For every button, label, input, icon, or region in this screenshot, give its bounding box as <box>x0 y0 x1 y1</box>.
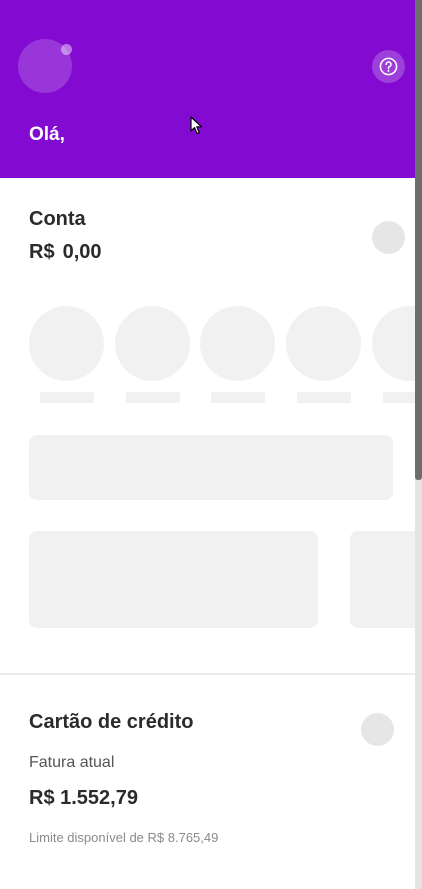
scrollbar-thumb[interactable] <box>415 0 422 480</box>
account-toggle-placeholder[interactable] <box>372 221 405 254</box>
app-header <box>0 0 422 178</box>
shortcut-skeleton[interactable] <box>200 306 275 403</box>
card-skeleton[interactable] <box>350 531 415 628</box>
invoice-value: R$ 1.552,79 <box>29 787 138 809</box>
help-button[interactable] <box>372 50 405 83</box>
shortcut-icon-skeleton <box>29 306 104 381</box>
shortcut-icon-skeleton <box>286 306 361 381</box>
shortcut-icon-skeleton <box>200 306 275 381</box>
available-limit-text: Limite disponível de R$ 8.765,49 <box>29 830 219 845</box>
notification-dot <box>61 44 72 55</box>
shortcut-skeleton[interactable] <box>286 306 361 403</box>
help-circle-icon <box>379 57 398 76</box>
shortcut-icon-skeleton <box>115 306 190 381</box>
shortcut-label-skeleton <box>383 392 415 403</box>
shortcut-skeleton[interactable] <box>372 306 415 403</box>
banner-skeleton[interactable] <box>29 435 393 500</box>
shortcut-label-skeleton <box>211 392 265 403</box>
shortcut-label-skeleton <box>40 392 94 403</box>
shortcut-icon-skeleton <box>372 306 415 381</box>
account-balance[interactable]: R$ 0,00 <box>29 241 102 264</box>
invoice-label: Fatura atual <box>29 754 115 771</box>
balance-value: 0,00 <box>62 241 102 263</box>
card-skeleton[interactable] <box>29 531 318 628</box>
greeting-text: Olá, <box>29 124 65 145</box>
credit-card-title[interactable]: Cartão de crédito <box>29 711 193 734</box>
account-title[interactable]: Conta <box>29 208 86 231</box>
shortcut-label-skeleton <box>297 392 351 403</box>
section-divider <box>0 673 415 675</box>
currency-symbol: R$ <box>29 241 55 263</box>
mouse-cursor-icon <box>190 116 203 135</box>
credit-card-toggle-placeholder[interactable] <box>361 713 394 746</box>
shortcut-skeleton[interactable] <box>115 306 190 403</box>
shortcut-skeleton[interactable] <box>29 306 104 403</box>
shortcut-label-skeleton <box>126 392 180 403</box>
